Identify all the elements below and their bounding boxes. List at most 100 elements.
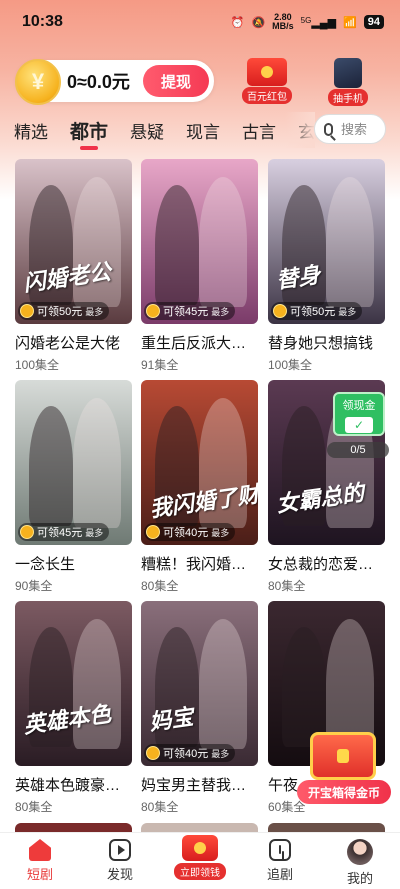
nav-wode[interactable]: 我的 [320,833,400,889]
drama-poster[interactable]: 闪婚老公 可领50元 最多 [15,159,132,324]
drama-card[interactable]: 英雄本色英雄本色踱豪… 80集全 [15,601,132,815]
cash-widget[interactable]: 领现金 ✓ 0/5 [327,392,391,458]
withdraw-button[interactable]: 提现 [143,65,209,97]
drama-episodes: 90集全 [15,579,53,593]
home-icon [29,839,51,861]
drama-card[interactable]: 可领45元 最多一念长生 90集全 [15,380,132,594]
bottom-nav: 短剧 发现 立即领钱 追剧 我的 [0,832,400,889]
drama-poster[interactable]: 妈宝可领40元 最多 [141,601,258,766]
drama-episodes: 80集全 [268,579,306,593]
avatar-icon [347,839,373,865]
poster-figure [199,619,247,749]
search-box[interactable] [314,114,386,144]
wallet-pill[interactable]: ¥ 0≈0.0元 提现 [15,59,214,105]
drama-poster[interactable]: 我闪婚了财阀叔 可领40元 最多 [141,380,258,545]
tab-guyan[interactable]: 古言 [242,118,276,143]
drama-title[interactable]: 糟糕！我闪婚… [141,553,258,574]
drama-title[interactable]: 替身她只想搞钱 [268,332,385,353]
wallet-amount: 0≈0.0元 [67,72,130,92]
nav-duanju[interactable]: 短剧 [0,833,80,889]
search-icon [324,122,333,136]
drama-title[interactable]: 闪婚老公是大佬 [15,332,132,353]
reward-suffix: 最多 [338,306,357,317]
reward-badge: 可领40元 最多 [144,744,236,762]
drama-episodes: 80集全 [141,579,179,593]
poster-title-art: 妈宝 [147,704,195,735]
promo-phone[interactable]: 抽手机 [318,58,378,107]
drama-episodes: 100集全 [268,358,313,372]
nav-label: 短剧 [26,867,53,882]
status-time: 10:38 [22,13,63,30]
drama-card[interactable]: 闪婚老公 可领50元 最多闪婚老公是大佬 100集全 [15,159,132,373]
promo-label: 百元红包 [242,87,292,104]
poster-figure [326,177,374,307]
reward-badge: 可领50元 最多 [18,302,110,320]
drama-title[interactable]: 重生后反派大… [141,332,258,353]
tab-jingxuan[interactable]: 精选 [14,118,48,143]
coin-icon [146,746,160,760]
wifi-icon: 📶 [343,16,357,29]
tab-xuanyi[interactable]: 悬疑 [130,118,164,143]
search-input[interactable] [341,121,385,137]
drama-title[interactable]: 一念长生 [15,553,132,574]
reward-text: 可领40元 [163,748,209,760]
nav-faxian[interactable]: 发现 [80,833,160,889]
reward-suffix: 最多 [85,527,104,538]
net-speed: 2.80 MB/s [272,13,294,31]
tab-dushi[interactable]: 都市 [70,117,108,150]
drama-title[interactable]: 女总裁的恋爱… [268,553,385,574]
reward-suffix: 最多 [85,306,104,317]
nav-label: 发现 [106,867,133,882]
reward-badge: 可领50元 最多 [271,302,363,320]
reward-badge: 可领45元 最多 [18,523,110,541]
poster-figure [326,619,374,749]
drama-episodes: 80集全 [15,800,53,814]
tab-xianyan[interactable]: 现言 [186,118,220,143]
reward-badge: 可领45元 最多 [144,302,236,320]
drama-episodes: 100集全 [15,358,60,372]
drama-card[interactable]: 妈宝可领40元 最多妈宝男主替我… 80集全 [141,601,258,815]
reward-text: 可领50元 [290,306,336,318]
nav-label: 我的 [346,871,373,886]
alarm-icon: ⏰ [230,16,245,29]
drama-poster[interactable]: 可领45元 最多 [15,380,132,545]
reward-text: 可领45元 [37,527,83,539]
drama-poster[interactable]: 替身 可领50元 最多 [268,159,385,324]
coin-icon [273,304,287,318]
battery-icon: 94 [363,15,384,29]
drama-episodes: 91集全 [141,358,179,372]
poster-figure [155,185,199,305]
drama-title[interactable]: 妈宝男主替我… [141,774,258,795]
promo-red-envelope[interactable]: 百元红包 [237,58,297,105]
poster-figure [282,627,326,747]
poster-figure [29,406,73,526]
drama-title[interactable]: 英雄本色踱豪… [15,774,132,795]
cash-title: 领现金 [342,400,376,412]
phone-icon [334,58,362,88]
open-chest-button[interactable]: 开宝箱得金币 [297,780,391,804]
poster-figure [73,398,121,528]
coin-icon [146,304,160,318]
red-envelope-icon [182,835,218,861]
cash-progress: 0/5 [327,442,389,458]
drama-poster[interactable]: 可领45元 最多 [141,159,258,324]
reward-text: 可领50元 [37,306,83,318]
reward-text: 可领40元 [163,527,209,539]
coin-icon: ¥ [15,59,61,105]
drama-card[interactable]: 我闪婚了财阀叔 可领40元 最多糟糕！我闪婚… 80集全 [141,380,258,594]
bookmark-icon [269,839,291,861]
cash-box[interactable]: 领现金 ✓ [333,392,385,436]
drama-card[interactable]: 可领45元 最多重生后反派大… 91集全 [141,159,258,373]
nav-zhuiju[interactable]: 追剧 [240,833,320,889]
status-icons: ⏰ 🔕 2.80 MB/s 5G▂▄▆ 📶 94 [231,13,384,31]
check-icon: ✓ [345,417,373,433]
promo-label: 抽手机 [328,89,368,106]
red-envelope-icon [247,58,287,86]
drama-card[interactable]: 替身 可领50元 最多替身她只想搞钱 100集全 [268,159,385,373]
play-icon [109,839,131,861]
nav-lijilingqian[interactable]: 立即领钱 [160,833,240,889]
treasure-chest-icon[interactable] [310,732,376,780]
signal-icon: 5G▂▄▆ [300,15,337,29]
drama-episodes: 80集全 [141,800,179,814]
drama-poster[interactable]: 英雄本色 [15,601,132,766]
